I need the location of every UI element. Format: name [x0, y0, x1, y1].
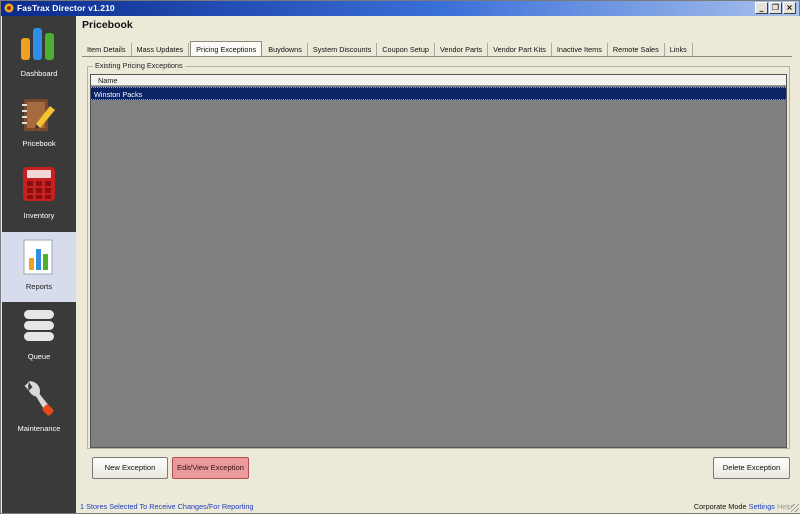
tab-inactive-items[interactable]: Inactive Items: [552, 43, 608, 57]
tab-links[interactable]: Links: [665, 43, 693, 57]
app-window: FasTrax Director v1.210 _ ❐ × Dashboard: [0, 0, 800, 514]
sidebar-item-label: Pricebook: [22, 139, 56, 148]
stores-selected-link[interactable]: 1 Stores Selected To Receive Changes/For…: [80, 500, 253, 513]
sidebar-item-label: Queue: [27, 352, 51, 361]
tab-remote-sales[interactable]: Remote Sales: [608, 43, 665, 57]
close-button[interactable]: ×: [783, 2, 796, 14]
tab-vendor-parts[interactable]: Vendor Parts: [435, 43, 489, 57]
sidebar-item-label: Maintenance: [17, 424, 61, 433]
sidebar-item-inventory[interactable]: Inventory: [2, 162, 76, 232]
tab-mass-updates[interactable]: Mass Updates: [132, 43, 190, 57]
stack-icon: [24, 310, 54, 341]
tab-pricing-exceptions[interactable]: Pricing Exceptions: [190, 41, 263, 57]
sidebar-item-label: Reports: [25, 282, 53, 291]
delete-exception-button[interactable]: Delete Exception: [713, 457, 790, 479]
notebook-pencil-icon: [22, 99, 55, 131]
report-chart-icon: [23, 239, 53, 275]
sidebar-item-reports[interactable]: Reports: [2, 232, 76, 302]
resize-grip[interactable]: [791, 504, 799, 512]
page-title: Pricebook: [82, 19, 133, 31]
sidebar-item-pricebook[interactable]: Pricebook: [2, 91, 76, 161]
tab-buydowns[interactable]: Buydowns: [263, 43, 308, 57]
settings-link[interactable]: Settings: [749, 502, 775, 511]
group-label: Existing Pricing Exceptions: [93, 61, 185, 70]
sidebar-item-queue[interactable]: Queue: [2, 304, 76, 374]
tab-coupon-setup[interactable]: Coupon Setup: [377, 43, 435, 57]
tab-strip: Item Details Mass Updates Pricing Except…: [82, 40, 693, 57]
sidebar-item-label: Inventory: [23, 211, 55, 220]
tab-item-details[interactable]: Item Details: [82, 43, 132, 57]
bar-chart-icon: [21, 28, 54, 60]
app-logo-icon: [4, 3, 14, 13]
column-header-name[interactable]: Name: [91, 75, 786, 86]
exceptions-grid[interactable]: Name Winston Packs: [90, 74, 787, 448]
status-bar: 1 Stores Selected To Receive Changes/For…: [76, 500, 800, 513]
sidebar-item-dashboard[interactable]: Dashboard: [2, 20, 76, 90]
main-panel: Pricebook Item Details Mass Updates Pric…: [76, 16, 800, 513]
table-row[interactable]: Winston Packs: [91, 87, 786, 100]
edit-view-exception-button[interactable]: Edit/View Exception: [172, 457, 249, 479]
sidebar-item-label: Dashboard: [20, 69, 58, 78]
tab-vendor-part-kits[interactable]: Vendor Part Kits: [488, 43, 552, 57]
pricing-exceptions-group: Existing Pricing Exceptions Name Winston…: [87, 61, 790, 449]
restore-button[interactable]: ❐: [769, 2, 782, 14]
sidebar: Dashboard Pricebook Inventory Reports Qu…: [2, 16, 76, 513]
status-right: Corporate Mode Settings Help: [694, 500, 792, 513]
window-title: FasTrax Director v1.210: [17, 3, 115, 13]
mode-label: Corporate Mode: [693, 502, 747, 511]
sidebar-item-maintenance[interactable]: Maintenance: [2, 375, 76, 445]
new-exception-button[interactable]: New Exception: [92, 457, 168, 479]
wrench-icon: [24, 380, 54, 416]
tab-system-discounts[interactable]: System Discounts: [308, 43, 378, 57]
help-link[interactable]: Help: [777, 502, 792, 511]
tab-divider: [82, 56, 792, 57]
calculator-icon: [23, 167, 55, 201]
minimize-button[interactable]: _: [755, 2, 768, 14]
window-controls: _ ❐ ×: [755, 2, 796, 15]
title-bar[interactable]: FasTrax Director v1.210 _ ❐ ×: [1, 1, 799, 16]
